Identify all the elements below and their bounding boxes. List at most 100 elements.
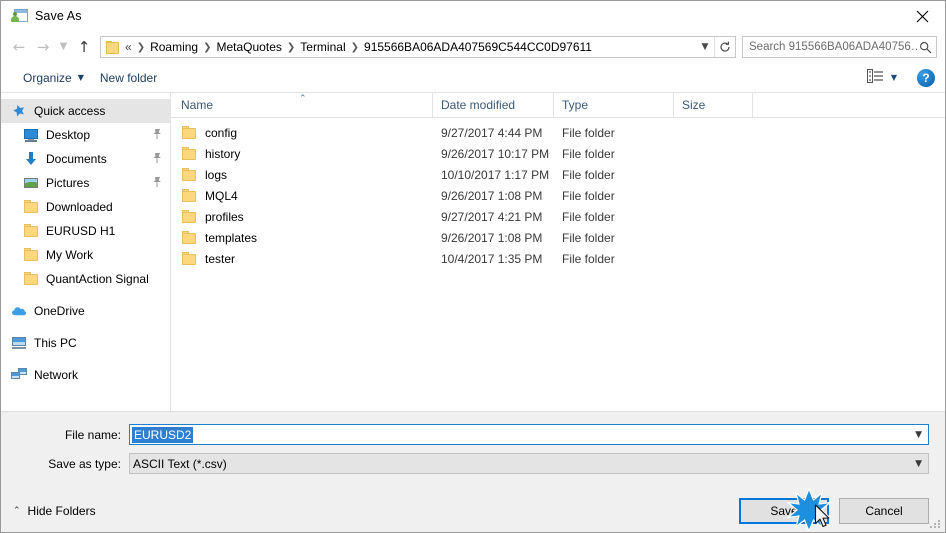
file-name-cell: MQL4 xyxy=(171,188,433,204)
help-button[interactable]: ? xyxy=(917,68,935,87)
chevron-down-icon[interactable]: ▼ xyxy=(915,459,922,469)
pin-icon[interactable] xyxy=(152,128,162,143)
breadcrumb-separator: ❯ xyxy=(136,41,146,53)
cloud-icon xyxy=(11,303,27,319)
monitor-icon xyxy=(23,127,39,143)
column-header-size[interactable]: Size xyxy=(674,93,753,117)
new-folder-button[interactable]: New folder xyxy=(92,68,165,88)
save-as-type-value: ASCII Text (*.csv) xyxy=(133,456,227,471)
save-as-type-select[interactable]: ASCII Text (*.csv) ▼ xyxy=(129,453,929,474)
file-name-cell: config xyxy=(171,125,433,141)
up-button[interactable]: ↑ xyxy=(72,35,96,59)
file-type-row: Save as type: ASCII Text (*.csv) ▼ xyxy=(17,453,929,474)
file-date: 9/26/2017 1:08 PM xyxy=(441,230,543,245)
save-form: File name: EURUSD2 ▼ Save as type: ASCII… xyxy=(1,411,945,490)
table-row[interactable]: profiles 9/27/2017 4:21 PM File folder xyxy=(171,206,945,227)
file-name: config xyxy=(205,125,238,140)
back-button[interactable]: ← xyxy=(7,35,31,59)
command-bar: Organize ▼ New folder ▼ ? xyxy=(1,63,945,93)
file-name-row: File name: EURUSD2 ▼ xyxy=(17,424,929,445)
recent-locations-button[interactable]: ▼ xyxy=(55,35,72,59)
file-name-cell: history xyxy=(171,146,433,162)
sidebar-item-eurusd-h1[interactable]: EURUSD H1 xyxy=(1,219,170,243)
folder-icon xyxy=(181,230,197,246)
sidebar-item-label: OneDrive xyxy=(34,304,85,318)
sidebar-item-desktop[interactable]: Desktop xyxy=(1,123,170,147)
breadcrumb-item-metaquotes[interactable]: MetaQuotes xyxy=(214,37,285,57)
file-type: File folder xyxy=(562,209,615,224)
sidebar-item-label: EURUSD H1 xyxy=(46,224,116,238)
sidebar-item-documents[interactable]: Documents xyxy=(1,147,170,171)
save-as-dialog: Save As ← → ▼ ↑ « ❯ Roaming ❯ MetaQuotes… xyxy=(0,0,946,533)
file-name: history xyxy=(205,146,241,161)
column-header-label: Name xyxy=(181,98,214,112)
address-bar[interactable]: « ❯ Roaming ❯ MetaQuotes ❯ Terminal ❯ 91… xyxy=(100,36,736,58)
breadcrumb-item-roaming[interactable]: Roaming xyxy=(147,37,201,57)
sidebar-item-quick-access[interactable]: Quick access xyxy=(1,99,170,123)
save-button[interactable]: Save xyxy=(739,498,829,524)
sidebar-item-label: Quick access xyxy=(34,104,106,118)
resize-grip-icon[interactable] xyxy=(930,518,942,530)
chevron-up-icon: ⌃ xyxy=(13,506,21,516)
table-row[interactable]: templates 9/26/2017 1:08 PM File folder xyxy=(171,227,945,248)
change-view-button[interactable]: ▼ xyxy=(861,67,903,88)
picture-icon xyxy=(23,175,39,191)
hide-folders-button[interactable]: ⌃ Hide Folders xyxy=(13,504,96,518)
forward-button[interactable]: → xyxy=(31,35,55,59)
breadcrumb-separator: ❯ xyxy=(350,41,360,53)
window-title: Save As xyxy=(35,9,82,23)
file-date: 10/4/2017 1:35 PM xyxy=(441,251,543,266)
chevron-down-icon: ▼ xyxy=(59,41,68,52)
sidebar-item-quantaction-signal[interactable]: QuantAction Signal xyxy=(1,267,170,291)
breadcrumb-item-terminal[interactable]: Terminal xyxy=(297,37,348,57)
file-type: File folder xyxy=(562,167,615,182)
folder-icon xyxy=(181,251,197,267)
column-header-date-modified[interactable]: Date modified xyxy=(433,93,554,117)
file-type: File folder xyxy=(562,251,615,266)
column-header-type[interactable]: Type xyxy=(554,93,674,117)
cancel-button[interactable]: Cancel xyxy=(839,498,929,524)
organize-button[interactable]: Organize ▼ xyxy=(15,68,92,88)
pin-icon[interactable] xyxy=(152,152,162,167)
search-box[interactable]: Search 915566BA06ADA40756… xyxy=(742,36,937,58)
file-date: 9/26/2017 1:08 PM xyxy=(441,188,543,203)
table-row[interactable]: tester 10/4/2017 1:35 PM File folder xyxy=(171,248,945,269)
sidebar-item-downloaded[interactable]: Downloaded xyxy=(1,195,170,219)
refresh-icon[interactable] xyxy=(714,37,735,57)
close-icon[interactable] xyxy=(899,1,945,31)
breadcrumb-overflow[interactable]: « xyxy=(125,37,135,57)
sidebar-item-pictures[interactable]: Pictures xyxy=(1,171,170,195)
column-header-name[interactable]: Name ⌃ xyxy=(171,93,433,117)
table-row[interactable]: config 9/27/2017 4:44 PM File folder xyxy=(171,122,945,143)
file-name-input[interactable]: EURUSD2 ▼ xyxy=(129,424,929,445)
file-type: File folder xyxy=(562,188,615,203)
pin-icon[interactable] xyxy=(152,176,162,191)
folder-icon xyxy=(23,223,39,239)
sidebar-item-my-work[interactable]: My Work xyxy=(1,243,170,267)
sidebar-item-label: My Work xyxy=(46,248,94,262)
folder-icon xyxy=(23,271,39,287)
navigation-bar: ← → ▼ ↑ « ❯ Roaming ❯ MetaQuotes ❯ Termi… xyxy=(1,31,945,63)
new-folder-label: New folder xyxy=(99,70,158,85)
save-as-app-icon xyxy=(11,8,28,24)
file-type: File folder xyxy=(562,125,615,140)
search-input[interactable]: Search 915566BA06ADA40756… xyxy=(749,41,919,53)
sidebar-item-label: This PC xyxy=(34,336,77,350)
organize-label: Organize xyxy=(23,70,72,85)
chevron-down-icon[interactable]: ▼ xyxy=(696,42,714,52)
chevron-down-icon[interactable]: ▼ xyxy=(915,430,922,440)
table-row[interactable]: history 9/26/2017 10:17 PM File folder xyxy=(171,143,945,164)
dialog-body: Quick access Desktop Documents Pictures … xyxy=(1,93,945,411)
table-row[interactable]: MQL4 9/26/2017 1:08 PM File folder xyxy=(171,185,945,206)
sidebar-item-network[interactable]: Network xyxy=(1,363,170,387)
breadcrumb-item-instance[interactable]: 915566BA06ADA407569C544CC0D97611 xyxy=(361,37,595,57)
breadcrumb-separator: ❯ xyxy=(286,41,296,53)
table-row[interactable]: logs 10/10/2017 1:17 PM File folder xyxy=(171,164,945,185)
network-icon xyxy=(11,367,27,383)
dialog-footer: ⌃ Hide Folders Save Cancel xyxy=(1,490,945,532)
sidebar-item-this-pc[interactable]: This PC xyxy=(1,331,170,355)
hide-folders-label: Hide Folders xyxy=(27,504,96,518)
sidebar-item-onedrive[interactable]: OneDrive xyxy=(1,299,170,323)
